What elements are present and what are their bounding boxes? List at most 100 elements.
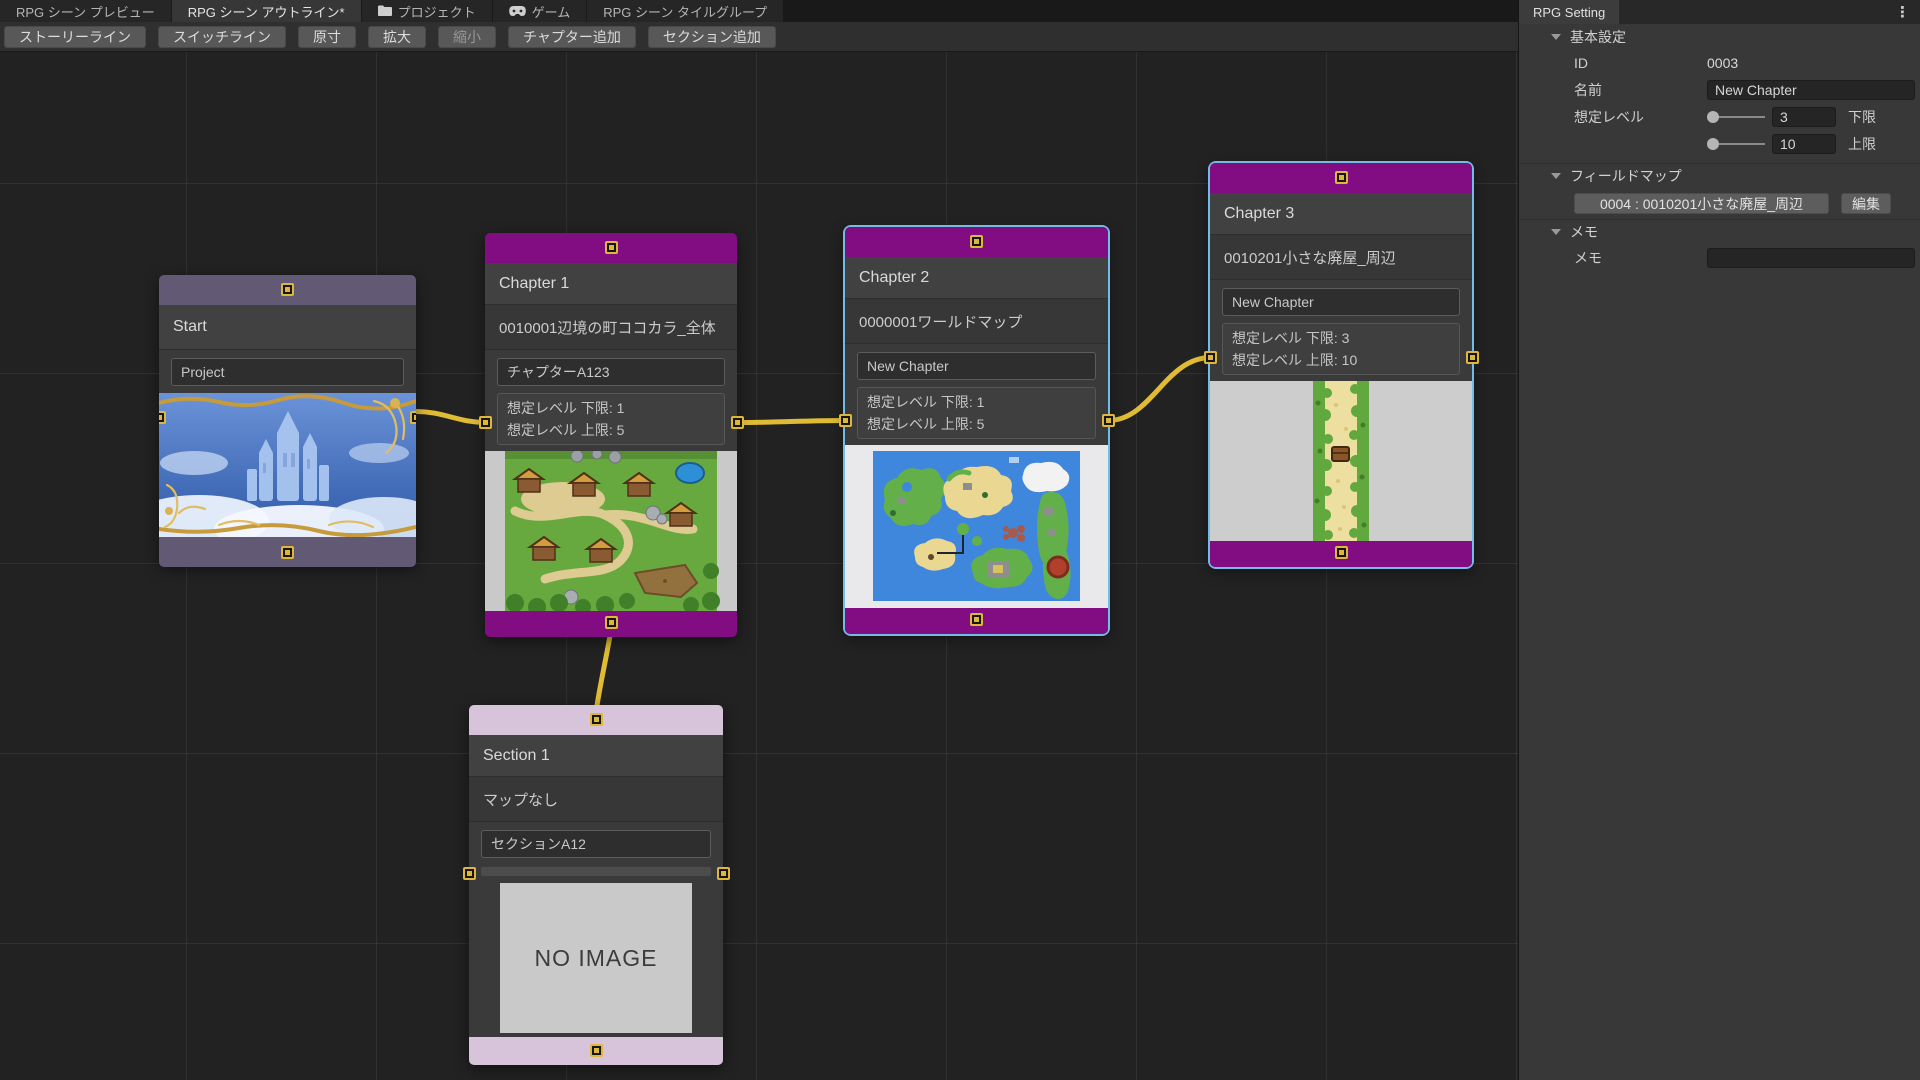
add-section-button[interactable]: セクション追加 [648,26,776,48]
node-name-input[interactable] [1222,288,1460,316]
port-top[interactable] [281,283,294,296]
field-map-button[interactable]: 0004 : 0010201小さな廃屋_周辺 [1574,193,1829,214]
switchline-button[interactable]: スイッチライン [158,26,286,48]
port-left[interactable] [159,411,166,424]
slider-knob[interactable] [1707,138,1719,150]
node-title: Section 1 [483,747,550,765]
node-chapter-1[interactable]: Chapter 1 0010001辺境の町ココカラ_全体 想定レベル 下限: 1… [485,233,737,637]
name-label: 名前 [1574,80,1707,100]
port-top[interactable] [1335,171,1348,184]
storyline-button[interactable]: ストーリーライン [4,26,146,48]
tab-game[interactable]: ゲーム [493,0,587,22]
port-top[interactable] [605,241,618,254]
node-map-label: 0000001ワールドマップ [859,311,1022,332]
port-left[interactable] [463,867,476,880]
chapter2-thumbnail [845,445,1108,608]
slider-knob[interactable] [1707,111,1719,123]
node-footer [1210,541,1472,567]
node-name-input[interactable] [497,358,725,386]
tab-rpg-scene-preview[interactable]: RPG シーン プレビュー [0,0,171,22]
node-chapter-2[interactable]: Chapter 2 0000001ワールドマップ 想定レベル 下限: 1 想定レ… [845,227,1108,634]
port-right[interactable] [1466,351,1479,364]
tab-rpg-scene-outline[interactable]: RPG シーン アウトライン* [172,0,361,22]
zoom-out-button[interactable]: 縮小 [438,26,496,48]
panel-menu-icon[interactable]: ⋮ [1887,0,1918,24]
port-bottom[interactable] [1335,546,1348,559]
node-title: Start [173,318,207,336]
level-upper: 想定レベル 上限: 5 [507,420,715,442]
memo-input[interactable] [1707,248,1915,268]
node-map-label: 0010001辺境の町ココカラ_全体 [499,317,716,338]
node-footer [485,611,737,637]
node-header [469,705,723,735]
port-bottom[interactable] [281,546,294,559]
node-title: Chapter 1 [499,275,569,293]
id-row: ID 0003 [1519,49,1920,76]
node-header [845,227,1108,257]
node-title: Chapter 3 [1224,205,1294,223]
node-name-input[interactable] [171,358,404,386]
upper-suffix-label: 上限 [1848,134,1876,154]
foldout-field-map[interactable]: フィールドマップ [1519,163,1920,188]
tab-label: プロジェクト [398,2,476,21]
connection-wire[interactable] [737,421,846,423]
edit-button[interactable]: 編集 [1841,193,1891,214]
port-left[interactable] [839,414,852,427]
port-right[interactable] [1102,414,1115,427]
section-title: 基本設定 [1570,27,1626,47]
section-title: メモ [1570,222,1598,242]
node-chapter-3[interactable]: Chapter 3 0010201小さな廃屋_周辺 想定レベル 下限: 3 想定… [1210,163,1472,567]
chapter1-thumbnail [485,451,737,611]
node-header [485,233,737,263]
id-value: 0003 [1707,55,1738,71]
port-right[interactable] [410,411,417,424]
node-section-1[interactable]: Section 1 マップなし NO IMAGE [469,705,723,1065]
port-top[interactable] [970,235,983,248]
foldout-memo[interactable]: メモ [1519,219,1920,244]
memo-label: メモ [1574,248,1707,268]
port-right[interactable] [717,867,730,880]
lower-suffix-label: 下限 [1848,107,1876,127]
name-input[interactable] [1707,80,1915,100]
port-bottom[interactable] [970,613,983,626]
inspector-panel: RPG Setting ⋮ 基本設定 ID 0003 名前 想定レベル 下限 上… [1518,0,1920,1080]
add-chapter-button[interactable]: チャプター追加 [508,26,636,48]
slider-track [1719,116,1765,118]
level-range-strip [481,867,711,876]
tab-project[interactable]: プロジェクト [362,0,492,22]
tab-rpg-setting[interactable]: RPG Setting [1519,0,1619,24]
upper-level-slider[interactable] [1707,138,1765,150]
level-range-box: 想定レベル 下限: 1 想定レベル 上限: 5 [497,393,725,445]
field-map-row: 0004 : 0010201小さな廃屋_周辺 編集 [1519,188,1920,219]
folder-icon [378,4,392,19]
port-left[interactable] [1204,351,1217,364]
lower-level-input[interactable] [1772,107,1836,127]
port-top[interactable] [590,713,603,726]
node-start[interactable]: Start [159,275,416,565]
zoom-in-button[interactable]: 拡大 [368,26,426,48]
port-bottom[interactable] [590,1044,603,1057]
node-name-input[interactable] [481,830,711,858]
level-lower: 想定レベル 下限: 1 [507,398,715,420]
lower-level-slider[interactable] [1707,111,1765,123]
node-footer [845,608,1108,634]
port-bottom[interactable] [605,616,618,629]
node-map-label: 0010201小さな廃屋_周辺 [1224,247,1396,268]
tab-label: RPG シーン アウトライン* [188,2,345,21]
port-right[interactable] [731,416,744,429]
tab-label: ゲーム [532,2,571,21]
level-upper-row: 上限 [1519,130,1920,157]
port-left[interactable] [479,416,492,429]
chevron-down-icon [1551,173,1561,179]
actual-size-button[interactable]: 原寸 [298,26,356,48]
chevron-down-icon [1551,229,1561,235]
node-header [159,275,416,305]
id-label: ID [1574,55,1707,71]
node-footer [159,537,416,567]
upper-level-input[interactable] [1772,134,1836,154]
node-name-input[interactable] [857,352,1096,380]
section-title: フィールドマップ [1570,166,1682,186]
graph-toolbar: ストーリーライン スイッチライン 原寸 拡大 縮小 チャプター追加 セクション追… [0,22,1518,52]
tab-rpg-scene-tilegroup[interactable]: RPG シーン タイルグループ [587,0,783,22]
foldout-basic-settings[interactable]: 基本設定 [1519,24,1920,49]
